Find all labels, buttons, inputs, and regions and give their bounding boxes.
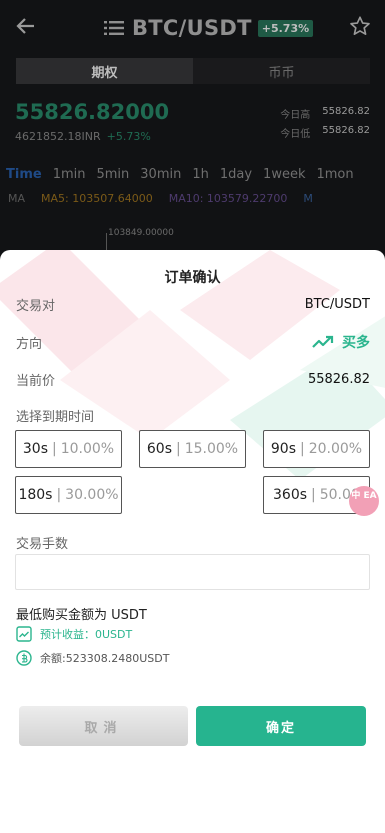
- today-high-label: 今日高: [280, 110, 311, 121]
- min-amount-text: 最低购买金额为 USDT: [16, 608, 147, 623]
- timeframe-1week[interactable]: 1week: [263, 167, 305, 182]
- option-rate: 20.00%: [308, 441, 363, 457]
- market-tabs: 期权 币币: [16, 58, 370, 84]
- price-change: +5.73%: [106, 130, 151, 143]
- order-confirm-modal: 订单确认 交易对 BTC/USDT 方向 买多 当前价 55826.82 选择到…: [0, 250, 385, 833]
- expiry-option-90s[interactable]: 90s | 20.00%: [263, 430, 370, 468]
- option-time: 30s: [22, 441, 48, 457]
- option-time: 90s: [270, 441, 296, 457]
- coin-icon: [16, 650, 32, 666]
- timeframe-1mon[interactable]: 1mon: [316, 167, 353, 182]
- option-separator: |: [52, 441, 57, 457]
- direction-row: 方向 买多: [16, 332, 370, 352]
- chart-trend-icon: [16, 626, 32, 642]
- option-time: 360s: [273, 487, 308, 503]
- tab-coins[interactable]: 币币: [193, 58, 370, 84]
- pair-row: 交易对 BTC/USDT: [16, 294, 370, 314]
- confirm-button[interactable]: 确定: [196, 706, 366, 746]
- m-label: M: [303, 192, 313, 205]
- today-high: 今日高 55826.82: [280, 106, 370, 121]
- expiry-option-60s[interactable]: 60s | 15.00%: [139, 430, 246, 468]
- language-switch-badge[interactable]: 中 EA: [349, 486, 379, 516]
- timeframe-5min[interactable]: 5min: [96, 167, 129, 182]
- list-icon: [104, 21, 124, 35]
- kline-high-label: 103849.00000: [108, 228, 174, 238]
- kline-candle: [106, 233, 107, 251]
- estimated-earnings: 预计收益：0USDT: [16, 626, 132, 642]
- star-icon[interactable]: [349, 15, 371, 37]
- timeframe-bar: Time 1min 5min 30min 1h 1day 1week 1mon: [6, 167, 354, 182]
- ma5-value: MA5: 103507.64000: [41, 192, 153, 205]
- price-subline: 4621852.18INR +5.73%: [15, 130, 151, 143]
- timeframe-1min[interactable]: 1min: [53, 167, 86, 182]
- today-low: 今日低 55826.82: [280, 125, 370, 140]
- option-separator: |: [176, 441, 181, 457]
- pair-value: BTC/USDT: [304, 296, 370, 312]
- ma10-value: MA10: 103579.22700: [168, 192, 288, 205]
- back-arrow-icon[interactable]: [14, 14, 38, 38]
- timeframe-1h[interactable]: 1h: [192, 167, 209, 182]
- today-low-value: 55826.82: [322, 125, 370, 136]
- change-badge: +5.73%: [257, 19, 314, 37]
- today-high-value: 55826.82: [322, 106, 370, 117]
- option-separator: |: [311, 487, 316, 503]
- estimated-text: 预计收益：0USDT: [40, 628, 133, 641]
- option-rate: 15.00%: [184, 441, 239, 457]
- direction-text: 买多: [342, 335, 370, 351]
- price-row: 当前价 55826.82: [16, 369, 370, 389]
- last-price: 55826.82000: [15, 100, 170, 124]
- option-separator: |: [300, 441, 305, 457]
- today-low-label: 今日低: [280, 129, 311, 140]
- timeframe-1day[interactable]: 1day: [220, 167, 252, 182]
- direction-label: 方向: [16, 336, 43, 352]
- current-price-label: 当前价: [16, 373, 56, 389]
- expiry-option-180s[interactable]: 180s | 30.00%: [15, 476, 122, 514]
- inr-price: 4621852.18INR: [15, 130, 101, 143]
- timeframe-30min[interactable]: 30min: [140, 167, 181, 182]
- pair-label: 交易对: [16, 298, 56, 314]
- timeframe-time[interactable]: Time: [6, 167, 42, 182]
- option-rate: 30.00%: [65, 487, 119, 503]
- option-time: 60s: [146, 441, 172, 457]
- current-price-value: 55826.82: [307, 371, 370, 387]
- direction-value: 买多: [312, 332, 370, 352]
- amount-input[interactable]: [15, 554, 370, 590]
- expiry-label: 选择到期时间: [16, 410, 95, 425]
- ma-indicators: MA MA5: 103507.64000 MA10: 103579.22700 …: [8, 192, 313, 205]
- balance-text: 余额:523308.2480USDT: [40, 652, 170, 665]
- pair-title: BTC/USDT: [132, 16, 252, 40]
- option-separator: |: [56, 487, 62, 503]
- pair-selector[interactable]: BTC/USDT +5.73%: [104, 14, 314, 42]
- cancel-button[interactable]: 取消: [19, 706, 188, 746]
- top-bar: BTC/USDT +5.73%: [0, 0, 385, 56]
- trend-up-icon: [312, 335, 334, 348]
- option-rate: 10.00%: [60, 441, 115, 457]
- balance: 余额:523308.2480USDT: [16, 650, 169, 666]
- modal-title: 订单确认: [164, 270, 221, 286]
- expiry-option-30s[interactable]: 30s | 10.00%: [15, 430, 122, 468]
- tab-options[interactable]: 期权: [16, 58, 193, 84]
- ma-label: MA: [8, 192, 26, 205]
- fee-label: 交易手数: [16, 537, 69, 552]
- option-time: 180s: [18, 487, 53, 503]
